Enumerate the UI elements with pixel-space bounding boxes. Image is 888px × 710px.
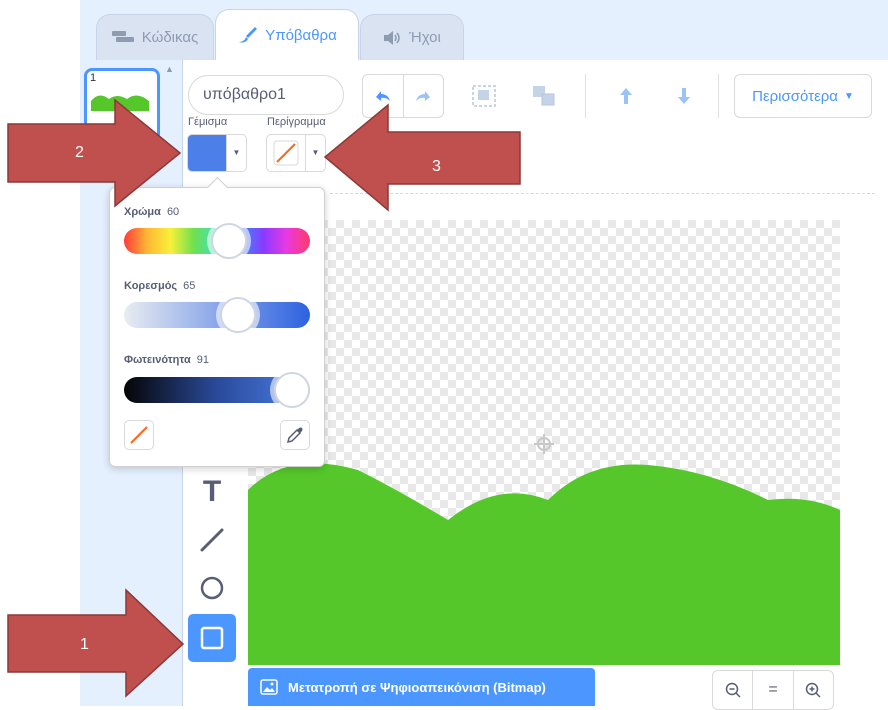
annotation-label-3: 3 <box>432 158 441 175</box>
annotation-label-2: 2 <box>75 144 84 161</box>
annotation-arrow-3 <box>323 103 521 212</box>
annotation-arrow-1 <box>7 588 185 698</box>
annotation-arrows <box>7 98 521 698</box>
annotation-arrow-2 <box>7 98 182 208</box>
annotation-label-1: 1 <box>80 636 89 653</box>
